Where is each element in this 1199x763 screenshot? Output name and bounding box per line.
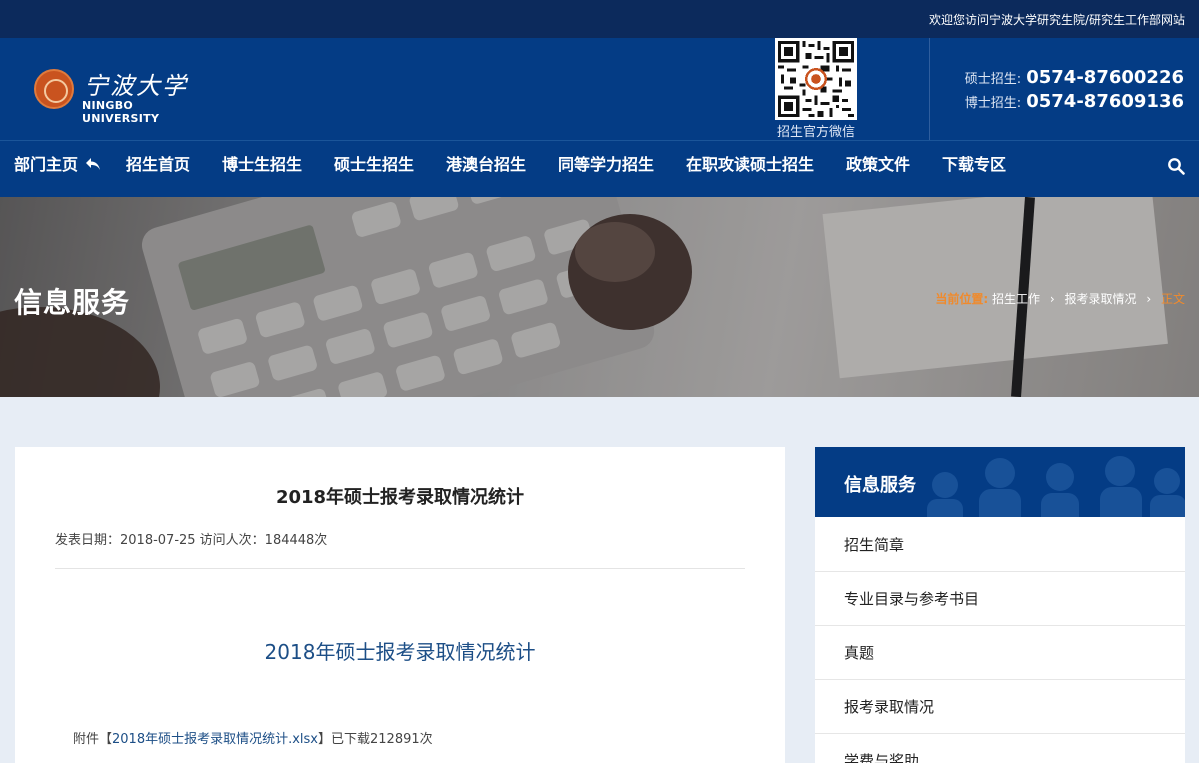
article-heading: 2018年硕士报考录取情况统计 [264,640,536,664]
sidebar-item-admission-status[interactable]: 报考录取情况 [815,680,1185,734]
wechat-qr-code [775,38,857,120]
sidebar-item-tuition-aid[interactable]: 学费与奖助 [815,734,1185,763]
nav-item-phd-admission[interactable]: 博士生招生 [222,141,302,197]
top-bar: 欢迎您访问宁波大学研究生院/研究生工作部网站 [0,0,1199,38]
doctor-phone: 博士招生: 0574-87609136 [965,90,1184,114]
nav-item-master-admission[interactable]: 硕士生招生 [334,141,414,197]
phone-label: 博士招生: [964,96,1022,111]
article-title: 2018年硕士报考录取情况统计 [275,487,525,508]
attachment-prefix: 附件【 [73,732,113,747]
section-title: 信息服务 [14,286,131,319]
attachment-link[interactable]: 2018年硕士报考录取情况统计.xlsx [112,732,318,747]
breadcrumb-lead: 当前位置: [935,292,989,306]
page-banner: 信息服务 当前位置: 招生工作 › 报考录取情况 › 正文 [0,197,1199,397]
phone-number: 0574-87600226 [1026,67,1184,88]
sidebar: 信息服务 招生简章 专业目录与参考书目 真题 报考录取情况 学费与奖助 [815,447,1185,763]
sidebar-item-admission-brochure[interactable]: 招生简章 [815,518,1185,572]
search-icon[interactable] [1167,157,1185,175]
nav-item-policy-documents[interactable]: 政策文件 [846,141,910,197]
chevron-right-icon: › [1049,292,1055,306]
breadcrumb: 当前位置: 招生工作 › 报考录取情况 › 正文 [935,290,1185,307]
sidebar-header: 信息服务 [815,447,1185,517]
chevron-right-icon: › [1146,292,1152,306]
nav-item-in-service-master[interactable]: 在职攻读硕士招生 [686,141,814,197]
nav-label: 部门主页 [14,155,79,174]
breadcrumb-item-admission-status[interactable]: 报考录取情况 [1065,292,1137,306]
nav-item-downloads[interactable]: 下载专区 [942,141,1006,197]
attachment-line: 附件【2018年硕士报考录取情况统计.xlsx】已下载212891次 [73,728,433,747]
university-logo[interactable]: 宁波大学 NINGBO UNIVERSITY [34,66,204,125]
sidebar-title: 信息服务 [844,475,916,496]
attachment-suffix: 】已下载212891次 [318,732,433,747]
admission-phones: 硕士招生: 0574-87600226 博士招生: 0574-87609136 [965,66,1184,114]
article-meta: 发表日期：2018-07-25 访问人次：184448次 [55,533,328,548]
nav-item-department-home[interactable]: 部门主页 [14,141,101,197]
logo-english-name: NINGBO UNIVERSITY [82,99,160,125]
nav-item-equivalent-degree[interactable]: 同等学力招生 [558,141,654,197]
phone-label: 硕士招生: [964,72,1022,87]
qr-code-label: 招生官方微信 [776,125,855,140]
breadcrumb-item-recruitment[interactable]: 招生工作 [992,292,1040,306]
site-header: 宁波大学 NINGBO UNIVERSITY 招生官方微信 硕士招生: 0574… [0,38,1199,140]
logo-chinese-name: 宁波大学 [84,72,188,100]
sidebar-item-program-catalog[interactable]: 专业目录与参考书目 [815,572,1185,626]
header-divider [929,38,930,140]
sidebar-item-past-exams[interactable]: 真题 [815,626,1185,680]
main-nav: 部门主页 招生首页 博士生招生 硕士生招生 港澳台招生 同等学力招生 在职攻读硕… [0,140,1199,197]
breadcrumb-current: 正文 [1160,292,1185,306]
return-arrow-icon [85,158,100,170]
phone-number: 0574-87609136 [1026,91,1184,112]
nav-item-admission-home[interactable]: 招生首页 [126,141,190,197]
university-seal-icon [34,69,74,109]
article-panel: 2018年硕士报考录取情况统计 发表日期：2018-07-25 访问人次：184… [15,447,785,763]
article-divider [55,568,745,569]
welcome-text: 欢迎您访问宁波大学研究生院/研究生工作部网站 [928,13,1185,27]
master-phone: 硕士招生: 0574-87600226 [965,66,1184,90]
nav-item-hk-macao-taiwan[interactable]: 港澳台招生 [446,141,526,197]
